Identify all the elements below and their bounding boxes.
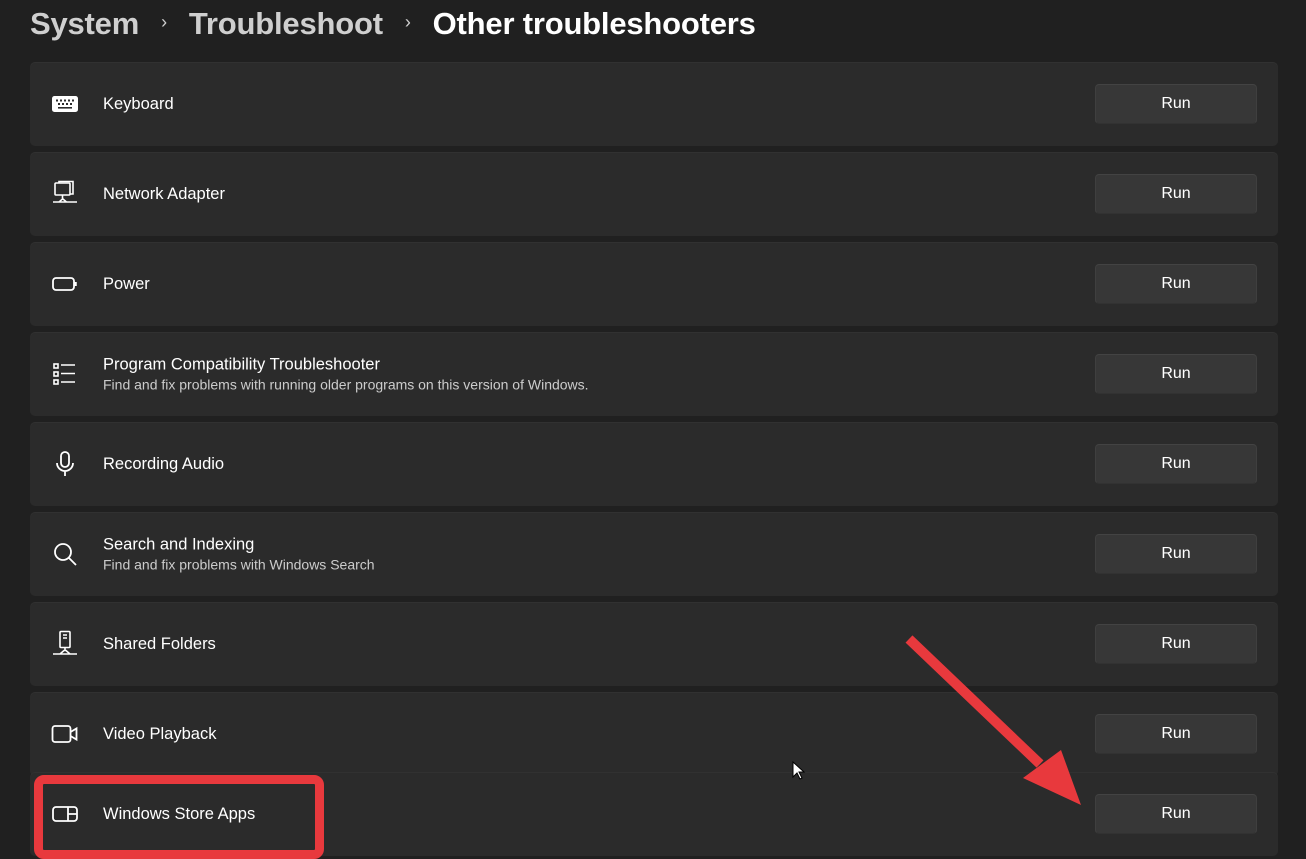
troubleshooter-video-playback: Video Playback Run — [30, 692, 1278, 776]
troubleshooter-title: Power — [103, 275, 150, 293]
run-recording-audio-button[interactable]: Run — [1095, 444, 1257, 484]
troubleshooter-search-indexing: Search and Indexing Find and fix problem… — [30, 512, 1278, 596]
troubleshooter-title: Keyboard — [103, 95, 174, 113]
list-icon — [50, 359, 80, 389]
troubleshooter-shared-folders: Shared Folders Run — [30, 602, 1278, 686]
run-power-button[interactable]: Run — [1095, 264, 1257, 304]
shared-folders-icon — [50, 629, 80, 659]
run-windows-store-apps-button[interactable]: Run — [1095, 794, 1257, 834]
page-title: Other troubleshooters — [432, 6, 756, 41]
troubleshooter-recording-audio: Recording Audio Run — [30, 422, 1278, 506]
troubleshooter-power: Power Run — [30, 242, 1278, 326]
run-keyboard-button[interactable]: Run — [1095, 84, 1257, 124]
breadcrumb-troubleshoot[interactable]: Troubleshoot — [189, 6, 383, 42]
troubleshooter-description: Find and fix problems with running older… — [103, 376, 589, 393]
run-search-indexing-button[interactable]: Run — [1095, 534, 1257, 574]
troubleshooter-title: Recording Audio — [103, 455, 225, 473]
breadcrumb-system[interactable]: System — [30, 6, 139, 42]
run-shared-folders-button[interactable]: Run — [1095, 624, 1257, 664]
run-video-playback-button[interactable]: Run — [1095, 714, 1257, 754]
breadcrumb-chevron-icon: › — [161, 11, 167, 32]
troubleshooter-windows-store-apps: Windows Store Apps Run — [30, 772, 1278, 856]
troubleshooter-title: Search and Indexing — [103, 535, 255, 554]
breadcrumb: System › Troubleshoot › Other troublesho… — [30, 2, 756, 46]
breadcrumb-chevron-icon: › — [404, 11, 411, 32]
network-adapter-icon — [50, 179, 80, 209]
search-icon — [50, 539, 80, 569]
troubleshooter-network-adapter: Network Adapter Run — [30, 152, 1278, 236]
troubleshooter-title: Program Compatibility Troubleshooter — [103, 355, 380, 374]
microphone-icon — [50, 449, 80, 479]
keyboard-icon — [50, 89, 80, 119]
mouse-cursor-icon — [792, 761, 806, 780]
troubleshooter-title: Video Playback — [103, 725, 217, 743]
troubleshooter-title: Windows Store Apps — [103, 805, 256, 823]
video-camera-icon — [50, 719, 80, 749]
troubleshooter-program-compatibility: Program Compatibility Troubleshooter Fin… — [30, 332, 1278, 416]
troubleshooter-title: Network Adapter — [103, 185, 225, 203]
run-network-adapter-button[interactable]: Run — [1095, 174, 1257, 214]
troubleshooter-title: Shared Folders — [103, 635, 216, 653]
store-apps-icon — [50, 799, 80, 829]
troubleshooter-keyboard: Keyboard Run — [30, 62, 1278, 146]
troubleshooter-description: Find and fix problems with Windows Searc… — [103, 556, 375, 573]
battery-icon — [50, 269, 80, 299]
run-program-compatibility-button[interactable]: Run — [1095, 354, 1257, 394]
